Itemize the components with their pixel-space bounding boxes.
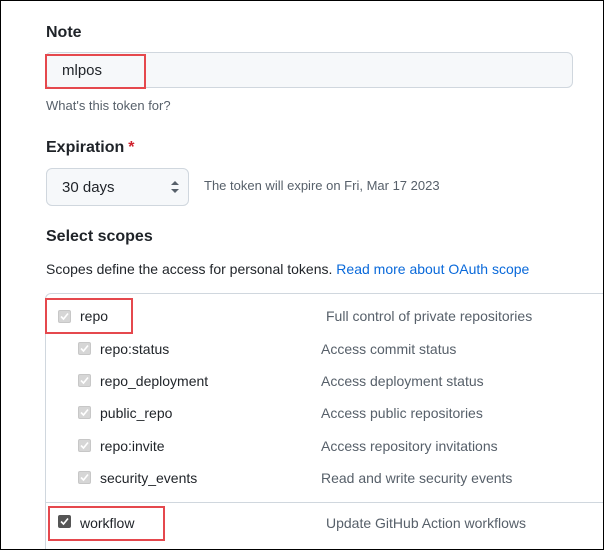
expiration-label: Expiration * bbox=[46, 139, 134, 157]
scope-desc-repo-deployment: Access deployment status bbox=[321, 373, 484, 389]
scope-desc-repo-status: Access commit status bbox=[321, 341, 457, 357]
required-marker: * bbox=[128, 139, 135, 156]
scope-name-repo-status: repo:status bbox=[100, 341, 170, 357]
oauth-scopes-link[interactable]: Read more about OAuth scope bbox=[336, 261, 529, 277]
scope-desc-public-repo: Access public repositories bbox=[321, 405, 483, 421]
scopes-description-line: Scopes define the access for personal to… bbox=[46, 261, 529, 277]
scopes-description: Scopes define the access for personal to… bbox=[46, 261, 333, 277]
repo-highlight-box bbox=[45, 298, 133, 334]
expiration-select[interactable]: 30 days bbox=[46, 168, 189, 206]
expiration-selected-value: 30 days bbox=[62, 179, 115, 196]
repo-invite-checkbox[interactable] bbox=[78, 439, 91, 452]
scopes-title: Select scopes bbox=[46, 228, 153, 245]
scope-name-repo-invite: repo:invite bbox=[100, 438, 165, 454]
security-events-checkbox[interactable] bbox=[78, 471, 91, 484]
checkmark-icon bbox=[80, 441, 89, 450]
checkmark-icon bbox=[80, 473, 89, 482]
checkmark-icon bbox=[80, 408, 89, 417]
public-repo-checkbox[interactable] bbox=[78, 406, 91, 419]
scope-desc-repo: Full control of private repositories bbox=[326, 308, 533, 324]
scope-desc-repo-invite: Access repository invitations bbox=[321, 438, 498, 454]
scopes-divider bbox=[46, 502, 603, 503]
repo-status-checkbox[interactable] bbox=[78, 342, 91, 355]
note-highlight-box bbox=[45, 54, 146, 89]
scope-name-public-repo: public_repo bbox=[100, 405, 173, 421]
token-settings-panel: Note mlpos What's this token for? Expira… bbox=[0, 0, 604, 550]
select-arrows-icon bbox=[171, 181, 179, 193]
scope-desc-security-events: Read and write security events bbox=[321, 470, 513, 486]
scope-name-repo-deployment: repo_deployment bbox=[100, 373, 209, 389]
workflow-highlight-box bbox=[48, 506, 165, 541]
scope-desc-workflow: Update GitHub Action workflows bbox=[326, 515, 526, 531]
checkmark-icon bbox=[80, 344, 89, 353]
expiration-label-text: Expiration bbox=[46, 139, 125, 156]
checkmark-icon bbox=[80, 376, 89, 385]
expiration-info: The token will expire on Fri, Mar 17 202… bbox=[204, 178, 440, 193]
scope-name-security-events: security_events bbox=[100, 470, 198, 486]
note-label: Note bbox=[46, 24, 82, 41]
repo-deployment-checkbox[interactable] bbox=[78, 374, 91, 387]
note-hint: What's this token for? bbox=[46, 98, 171, 113]
